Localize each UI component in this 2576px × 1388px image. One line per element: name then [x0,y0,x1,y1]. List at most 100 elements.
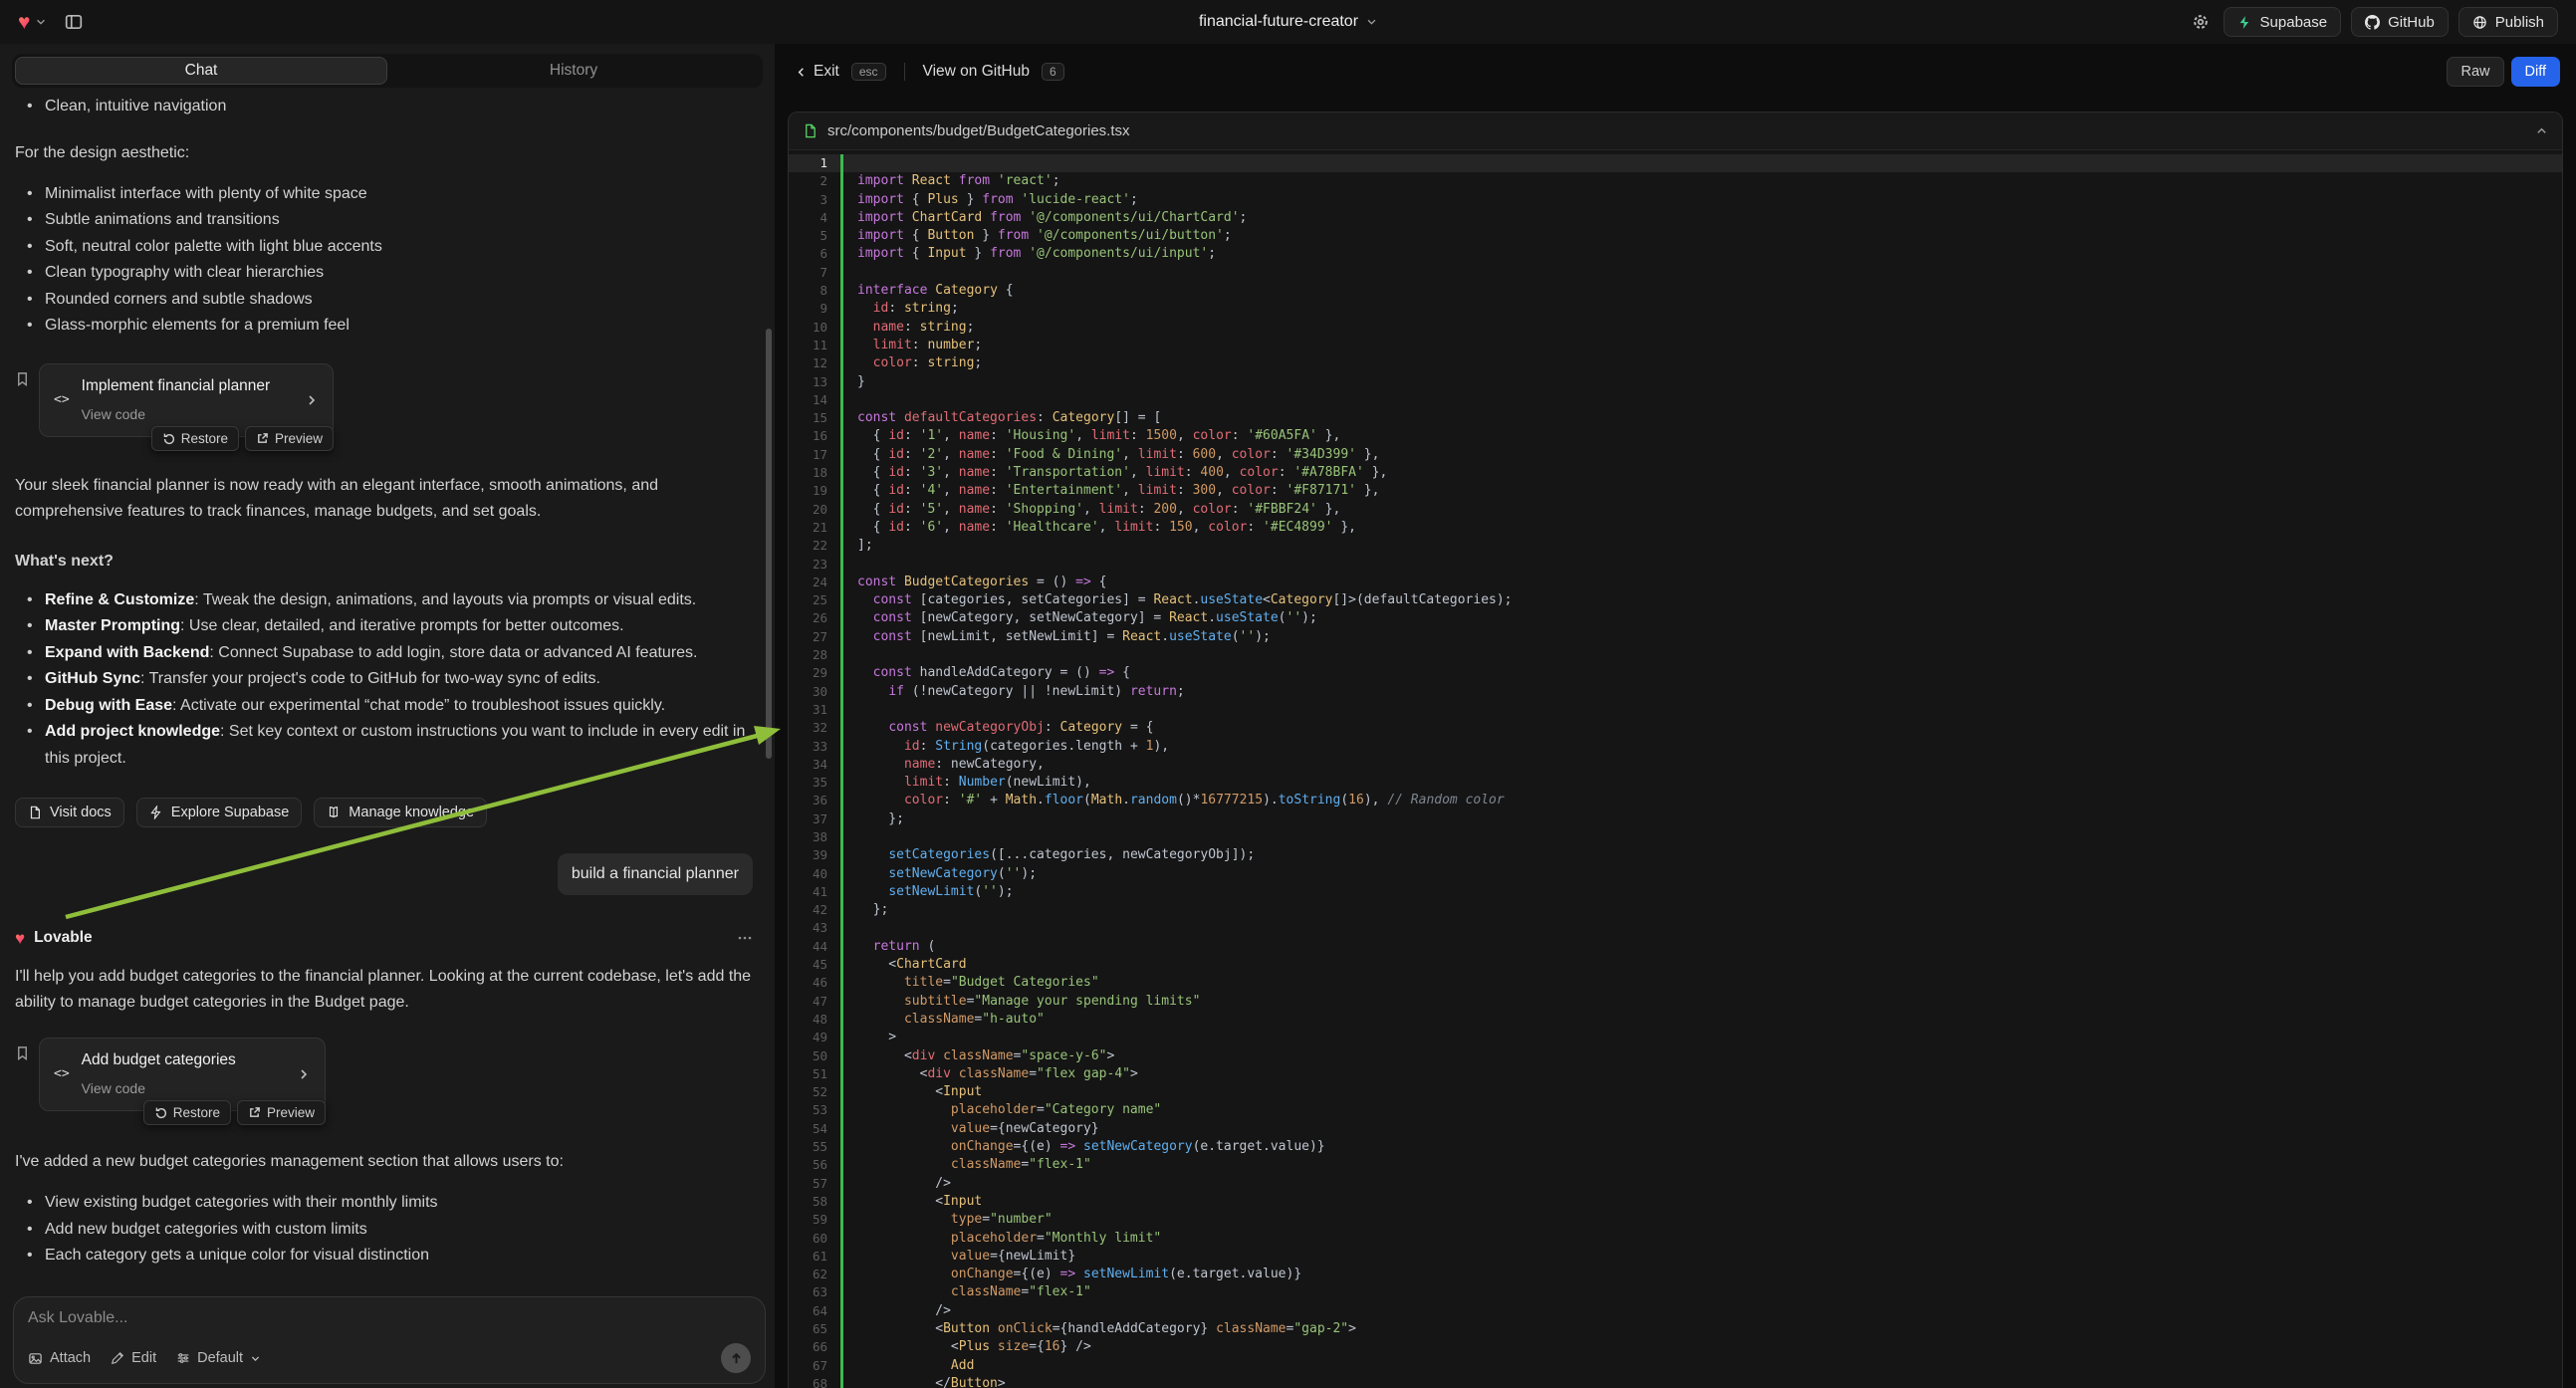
code-line-37[interactable]: 37 }; [789,810,2562,828]
code-line-63[interactable]: 63 className="flex-1" [789,1283,2562,1301]
code-line-17[interactable]: 17 { id: '2', name: 'Food & Dining', lim… [789,446,2562,464]
code-line-32[interactable]: 32 const newCategoryObj: Category = { [789,719,2562,737]
code-line-3[interactable]: 3import { Plus } from 'lucide-react'; [789,191,2562,209]
restore-button[interactable]: Restore [151,426,239,451]
view-code-link[interactable]: View code [82,401,271,427]
preview-button[interactable]: Preview [237,1100,326,1125]
manage-knowledge-button[interactable]: Manage knowledge [314,798,487,827]
chat-mode-selector[interactable]: Default [176,1350,261,1366]
code-line-23[interactable]: 23 [789,556,2562,574]
code-line-12[interactable]: 12 color: string; [789,354,2562,372]
code-line-52[interactable]: 52 <Input [789,1083,2562,1101]
code-line-36[interactable]: 36 color: '#' + Math.floor(Math.random()… [789,792,2562,810]
code-line-22[interactable]: 22]; [789,537,2562,555]
project-switcher[interactable]: financial-future-creator [1199,13,1377,31]
code-line-40[interactable]: 40 setNewCategory(''); [789,865,2562,883]
code-line-14[interactable]: 14 [789,391,2562,409]
toggle-sidebar-button[interactable] [61,9,87,35]
visit-docs-button[interactable]: Visit docs [15,798,124,827]
code-line-20[interactable]: 20 { id: '5', name: 'Shopping', limit: 2… [789,501,2562,519]
code-line-46[interactable]: 46 title="Budget Categories" [789,974,2562,992]
code-line-59[interactable]: 59 type="number" [789,1211,2562,1229]
code-line-53[interactable]: 53 placeholder="Category name" [789,1101,2562,1119]
code-line-21[interactable]: 21 { id: '6', name: 'Healthcare', limit:… [789,519,2562,537]
code-line-49[interactable]: 49 > [789,1029,2562,1046]
supabase-button[interactable]: Supabase [2224,7,2342,37]
code-line-28[interactable]: 28 [789,646,2562,664]
file-header[interactable]: src/components/budget/BudgetCategories.t… [789,113,2562,150]
github-button[interactable]: GitHub [2351,7,2449,37]
code-line-43[interactable]: 43 [789,919,2562,937]
code-line-25[interactable]: 25 const [categories, setCategories] = R… [789,591,2562,609]
code-line-29[interactable]: 29 const handleAddCategory = () => { [789,664,2562,682]
view-on-github-button[interactable]: View on GitHub [923,63,1030,81]
code-line-13[interactable]: 13} [789,373,2562,391]
code-line-47[interactable]: 47 subtitle="Manage your spending limits… [789,993,2562,1011]
code-line-27[interactable]: 27 const [newLimit, setNewLimit] = React… [789,628,2562,646]
code-line-7[interactable]: 7 [789,264,2562,282]
code-line-41[interactable]: 41 setNewLimit(''); [789,883,2562,901]
code-line-66[interactable]: 66 <Plus size={16} /> [789,1338,2562,1356]
code-line-16[interactable]: 16 { id: '1', name: 'Housing', limit: 15… [789,427,2562,445]
collapse-file-button[interactable] [2535,124,2548,137]
more-options-button[interactable] [737,930,753,946]
view-code-link[interactable]: View code [82,1075,236,1101]
publish-button[interactable]: Publish [2459,7,2558,37]
code-line-54[interactable]: 54 value={newCategory} [789,1120,2562,1138]
code-line-1[interactable]: 1 [789,154,2562,172]
code-line-68[interactable]: 68 </Button> [789,1375,2562,1388]
code-line-24[interactable]: 24const BudgetCategories = () => { [789,574,2562,591]
code-line-10[interactable]: 10 name: string; [789,319,2562,337]
code-line-33[interactable]: 33 id: String(categories.length + 1), [789,738,2562,756]
code-line-50[interactable]: 50 <div className="space-y-6"> [789,1047,2562,1065]
code-line-64[interactable]: 64 /> [789,1302,2562,1320]
code-line-55[interactable]: 55 onChange={(e) => setNewCategory(e.tar… [789,1138,2562,1156]
attach-button[interactable]: Attach [28,1350,91,1366]
code-line-62[interactable]: 62 onChange={(e) => setNewLimit(e.target… [789,1266,2562,1283]
code-line-44[interactable]: 44 return ( [789,938,2562,956]
code-line-61[interactable]: 61 value={newLimit} [789,1248,2562,1266]
code-line-56[interactable]: 56 className="flex-1" [789,1156,2562,1174]
code-line-67[interactable]: 67 Add [789,1357,2562,1375]
code-line-39[interactable]: 39 setCategories([...categories, newCate… [789,846,2562,864]
bookmark-icon[interactable] [15,371,30,386]
code-line-6[interactable]: 6import { Input } from '@/components/ui/… [789,245,2562,263]
code-line-51[interactable]: 51 <div className="flex gap-4"> [789,1065,2562,1083]
settings-button[interactable] [2188,9,2214,35]
code-line-34[interactable]: 34 name: newCategory, [789,756,2562,774]
code-line-57[interactable]: 57 /> [789,1175,2562,1193]
send-button[interactable] [721,1343,751,1373]
code-line-30[interactable]: 30 if (!newCategory || !newLimit) return… [789,683,2562,701]
restore-button[interactable]: Restore [143,1100,231,1125]
code-line-58[interactable]: 58 <Input [789,1193,2562,1211]
code-line-48[interactable]: 48 className="h-auto" [789,1011,2562,1029]
code-line-42[interactable]: 42 }; [789,901,2562,919]
code-line-15[interactable]: 15const defaultCategories: Category[] = … [789,409,2562,427]
code-line-9[interactable]: 9 id: string; [789,300,2562,318]
code-line-60[interactable]: 60 placeholder="Monthly limit" [789,1230,2562,1248]
code-line-4[interactable]: 4import ChartCard from '@/components/ui/… [789,209,2562,227]
tab-history[interactable]: History [387,57,760,85]
code-line-65[interactable]: 65 <Button onClick={handleAddCategory} c… [789,1320,2562,1338]
code-line-11[interactable]: 11 limit: number; [789,337,2562,354]
chat-input[interactable] [28,1309,751,1327]
code-line-31[interactable]: 31 [789,701,2562,719]
diff-button[interactable]: Diff [2511,57,2561,87]
code-line-19[interactable]: 19 { id: '4', name: 'Entertainment', lim… [789,482,2562,500]
code-line-38[interactable]: 38 [789,828,2562,846]
bookmark-icon[interactable] [15,1045,30,1060]
edit-button[interactable]: Edit [111,1350,156,1366]
code-line-35[interactable]: 35 limit: Number(newLimit), [789,774,2562,792]
preview-button[interactable]: Preview [245,426,334,451]
code-line-8[interactable]: 8interface Category { [789,282,2562,300]
chat-scrollbar[interactable] [766,329,772,759]
lovable-logo-menu[interactable]: ♥ [18,12,47,33]
code-line-2[interactable]: 2import React from 'react'; [789,172,2562,190]
exit-button[interactable]: Exit [795,63,839,81]
code-line-18[interactable]: 18 { id: '3', name: 'Transportation', li… [789,464,2562,482]
chat-message-list[interactable]: Clean, intuitive navigation For the desi… [0,88,775,1388]
code-line-26[interactable]: 26 const [newCategory, setNewCategory] =… [789,609,2562,627]
tab-chat[interactable]: Chat [15,57,387,85]
code-line-45[interactable]: 45 <ChartCard [789,956,2562,974]
explore-supabase-button[interactable]: Explore Supabase [136,798,303,827]
